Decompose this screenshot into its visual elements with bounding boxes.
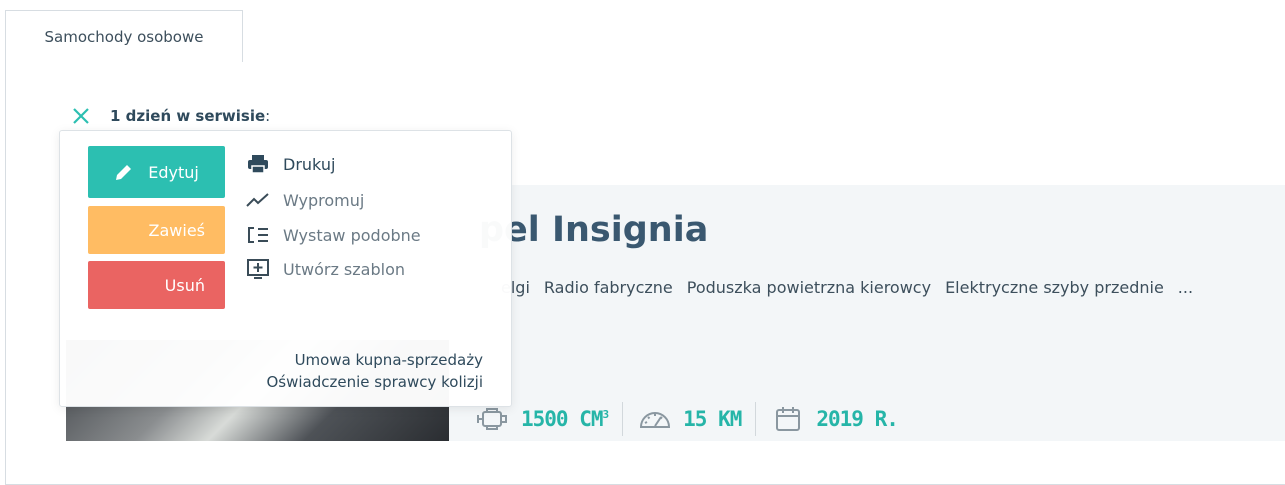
features-list: elgi Radio fabryczne Poduszka powietrzna… [501, 278, 1193, 297]
feature-item: Elektryczne szyby przednie [945, 278, 1164, 297]
engine-value: 1500 CM [521, 407, 604, 431]
suspend-button[interactable]: Zawieś [88, 206, 225, 254]
close-icon[interactable] [70, 105, 92, 127]
list-similar-action[interactable]: Wystaw podobne [245, 224, 421, 246]
sales-contract-link[interactable]: Umowa kupna-sprzedaży [266, 349, 483, 371]
create-template-action[interactable]: Utwórz szablon [245, 258, 405, 280]
service-status-row: 1 dzień w serwisie: [70, 104, 270, 128]
promote-label: Wypromuj [283, 190, 365, 210]
engine-unit-sup: 3 [602, 408, 610, 421]
spec-mileage: 15 KM [622, 402, 755, 436]
mileage-value: 15 KM [683, 407, 742, 431]
feature-item: Poduszka powietrzna kierowcy [686, 278, 932, 297]
feature-more: ... [1177, 278, 1194, 297]
print-action[interactable]: Drukuj [245, 153, 335, 175]
engine-capacity: 1500 CM3 [521, 407, 610, 431]
spec-engine: 1500 CM3 [475, 402, 622, 436]
year-value: 2019 R. [816, 407, 899, 431]
trend-icon [245, 189, 271, 211]
create-template-label: Utwórz szablon [283, 259, 405, 279]
tab-label: Samochody osobowe [44, 27, 204, 46]
document-links: Umowa kupna-sprzedaży Oświadczenie spraw… [266, 349, 483, 393]
pencil-icon [114, 162, 134, 182]
print-label: Drukuj [283, 154, 336, 174]
edit-button[interactable]: Edytuj [88, 146, 225, 198]
list-icon [245, 224, 271, 246]
feature-item: Radio fabryczne [543, 278, 673, 297]
list-similar-label: Wystaw podobne [283, 225, 421, 245]
actions-popup: Edytuj Zawieś Usuń Drukuj Wypromuj Wysta… [59, 130, 512, 407]
delete-button[interactable]: Usuń [88, 261, 225, 309]
spec-year: 2019 R. [755, 402, 912, 436]
specs-bar: 1500 CM3 15 KM 2019 R. [475, 402, 912, 436]
service-days-label: 1 dzień w serwisie [110, 107, 266, 125]
add-template-icon [245, 258, 271, 280]
edit-button-label: Edytuj [148, 162, 199, 182]
engine-icon [475, 405, 511, 433]
speedometer-icon [637, 405, 673, 433]
promote-action[interactable]: Wypromuj [245, 189, 364, 211]
print-icon [245, 153, 271, 175]
calendar-icon [770, 405, 806, 433]
service-colon: : [265, 107, 271, 125]
car-title[interactable]: pel Insignia [479, 210, 708, 250]
tab-samochody-osobowe[interactable]: Samochody osobowe [5, 10, 243, 62]
collision-statement-link[interactable]: Oświadczenie sprawcy kolizji [266, 371, 483, 393]
